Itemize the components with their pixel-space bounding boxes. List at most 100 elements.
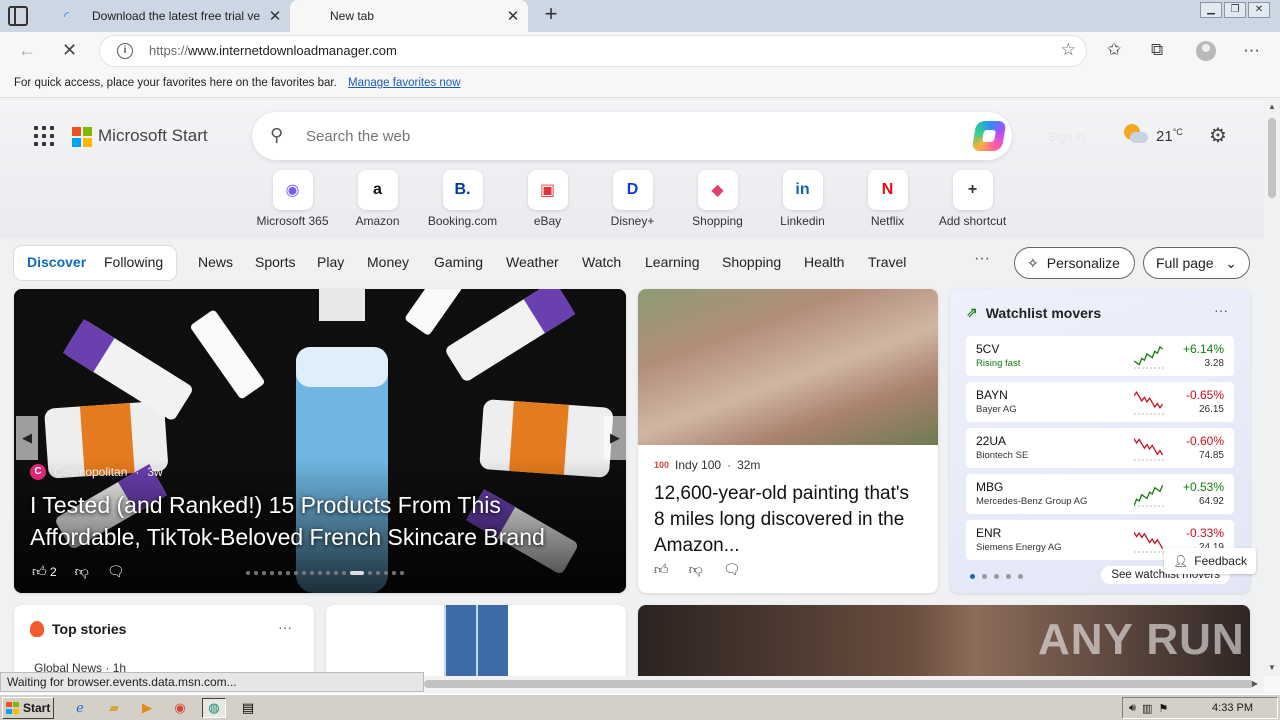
watchlist-title[interactable]: Watchlist movers — [986, 305, 1101, 321]
shortcut-booking-com[interactable]: B. Booking.com — [420, 170, 505, 228]
site-info-icon[interactable]: i — [117, 43, 133, 59]
category-news[interactable]: News — [198, 254, 233, 270]
profile-avatar[interactable] — [1196, 41, 1216, 61]
chrome-icon[interactable]: ◉ — [168, 698, 192, 718]
thumbs-down-icon[interactable]: 👎︎ — [689, 561, 703, 578]
category-learning[interactable]: Learning — [645, 254, 700, 270]
web-search-box[interactable]: ⚲ — [252, 112, 1012, 160]
stock-row-bayn[interactable]: BAYN Bayer AG -0.65% 26.15 — [966, 382, 1234, 422]
partly-cloudy-icon[interactable] — [1124, 124, 1148, 146]
stock-symbol: MBG — [976, 480, 1004, 494]
tab-close-icon[interactable]: ✕ — [498, 7, 528, 25]
category-play[interactable]: Play — [317, 254, 344, 270]
top-stories-title[interactable]: Top stories — [52, 621, 126, 637]
feedback-button[interactable]: 👤︎ Feedback — [1164, 548, 1256, 574]
url-text[interactable]: https://www.internetdownloadmanager.com — [149, 43, 397, 58]
cmd-icon[interactable]: ▤ — [236, 698, 260, 718]
story-title[interactable]: 12,600-year-old painting that's 8 miles … — [654, 481, 924, 559]
volume-icon[interactable]: 🔊︎ — [1129, 702, 1136, 715]
minimize-icon[interactable]: ▁ — [1200, 2, 1222, 18]
story-card[interactable]: 100 Indy 100 · 32m 12,600-year-old paint… — [638, 289, 938, 593]
comment-icon[interactable]: 🗨︎ — [107, 563, 125, 580]
new-tab-plus-icon[interactable]: + — [540, 3, 562, 26]
address-bar[interactable]: i https://www.internetdownloadmanager.co… — [100, 36, 1086, 66]
manage-favorites-link[interactable]: Manage favorites now — [348, 77, 461, 89]
like-button[interactable]: 👍︎ 2 — [32, 563, 57, 580]
url-host: www.internetdownloadmanager.com — [188, 43, 397, 58]
add-favorite-icon[interactable]: ☆ — [1061, 40, 1076, 60]
category-shopping[interactable]: Shopping — [722, 254, 781, 270]
page-settings-gear-icon[interactable]: ⚙ — [1209, 123, 1227, 148]
carousel-next-icon[interactable]: ▶ — [604, 416, 626, 460]
start-button[interactable]: Start — [2, 697, 54, 719]
shortcut-microsoft-365[interactable]: ◉ Microsoft 365 — [250, 170, 335, 228]
clock[interactable]: 4:33 PM — [1212, 702, 1253, 714]
copilot-icon[interactable] — [971, 121, 1007, 151]
personalize-button[interactable]: ✧ Personalize — [1014, 247, 1135, 279]
tab-discover[interactable]: Discover — [27, 254, 86, 270]
comment-icon[interactable]: 🗨︎ — [723, 561, 741, 578]
scroll-down-icon[interactable]: ▼ — [1268, 663, 1276, 672]
shortcut-ebay[interactable]: ▣ eBay — [505, 170, 590, 228]
thumbs-down-icon[interactable]: 👎︎ — [75, 563, 89, 580]
more-menu-icon[interactable]: ··· — [1243, 40, 1260, 60]
edge-icon[interactable]: ◍ — [202, 698, 226, 718]
scroll-up-icon[interactable]: ▲ — [1268, 102, 1276, 111]
media-player-icon[interactable]: ▶ — [135, 698, 159, 718]
favorites-icon[interactable]: ✩ — [1107, 40, 1121, 60]
category-gaming[interactable]: Gaming — [434, 254, 483, 270]
shortcut-add-shortcut[interactable]: + Add shortcut — [930, 170, 1015, 228]
tab-new-tab[interactable]: New tab ✕ — [290, 0, 528, 32]
ad-card[interactable] — [326, 605, 626, 676]
category-travel[interactable]: Travel — [868, 254, 906, 270]
category-health[interactable]: Health — [804, 254, 844, 270]
scroll-right-icon[interactable]: ▶ — [1252, 679, 1258, 688]
flag-icon[interactable]: ⚑ — [1158, 702, 1168, 715]
carousel-prev-icon[interactable]: ◀ — [16, 416, 38, 460]
search-icon: ⚲ — [270, 125, 284, 145]
video-card[interactable]: ANY RUN — [638, 605, 1250, 676]
shortcut-amazon[interactable]: a Amazon — [335, 170, 420, 228]
tab-close-icon[interactable]: ✕ — [260, 7, 290, 25]
hero-article-card[interactable]: ◀ ▶ C Cosmopolitan · 3w I Tested (and Ra… — [14, 289, 626, 593]
stock-row-5cv[interactable]: 5CV Rising fast +6.14% 3.28 — [966, 336, 1234, 376]
restore-icon[interactable]: ❐ — [1224, 2, 1246, 18]
tab-idm-download[interactable]: ◜ Download the latest free trial ve ✕ — [56, 0, 290, 32]
vertical-scrollbar[interactable]: ▲ ▼ — [1264, 98, 1280, 676]
folder-icon[interactable]: ▰ — [102, 698, 126, 718]
thumbs-up-icon[interactable]: 👍︎ — [654, 561, 669, 578]
tab-following[interactable]: Following — [104, 254, 163, 270]
category-money[interactable]: Money — [367, 254, 409, 270]
app-launcher-icon[interactable] — [34, 126, 54, 146]
stock-row-mbg[interactable]: MBG Mercedes-Benz Group AG +0.53% 64.92 — [966, 474, 1234, 514]
search-input[interactable] — [306, 124, 906, 148]
windows-flag-icon — [6, 702, 20, 714]
shortcut-netflix[interactable]: N Netflix — [845, 170, 930, 228]
stock-symbol: BAYN — [976, 388, 1008, 402]
sign-in-link[interactable]: Sign in — [1048, 130, 1085, 144]
stop-loading-icon[interactable]: ✕ — [62, 40, 77, 61]
ie-icon[interactable]: ℯ — [68, 698, 92, 718]
category-weather[interactable]: Weather — [506, 254, 559, 270]
brand-title[interactable]: Microsoft Start — [98, 126, 208, 146]
scrollbar-thumb[interactable] — [1268, 118, 1276, 198]
close-window-icon[interactable]: ✕ — [1248, 2, 1270, 18]
watchlist-more-icon[interactable]: ··· — [1214, 302, 1228, 318]
stock-row-22ua[interactable]: 22UA Biontech SE -0.60% 74.85 — [966, 428, 1234, 468]
shortcut-shopping[interactable]: ◆ Shopping — [675, 170, 760, 228]
category-watch[interactable]: Watch — [582, 254, 621, 270]
tab-actions-icon[interactable] — [8, 6, 28, 26]
layout-dropdown[interactable]: Full page ⌄ — [1143, 247, 1250, 279]
shortcut-linkedin[interactable]: in Linkedin — [760, 170, 845, 228]
shortcut-disney-[interactable]: D Disney+ — [590, 170, 675, 228]
hscroll-thumb[interactable] — [424, 680, 1254, 688]
back-arrow-icon[interactable]: ← — [18, 40, 36, 61]
top-stories-more-icon[interactable]: ··· — [278, 619, 292, 635]
collections-icon[interactable]: ⧉ — [1151, 40, 1163, 60]
temperature[interactable]: 21°C — [1156, 127, 1183, 145]
more-categories-icon[interactable]: ··· — [974, 250, 990, 268]
network-icon[interactable]: ▥ — [1142, 702, 1152, 715]
category-sports[interactable]: Sports — [255, 254, 295, 270]
hero-actions: 👍︎ 2 👎︎ 🗨︎ — [32, 563, 125, 580]
hero-headline[interactable]: I Tested (and Ranked!) 15 Products From … — [30, 489, 610, 553]
